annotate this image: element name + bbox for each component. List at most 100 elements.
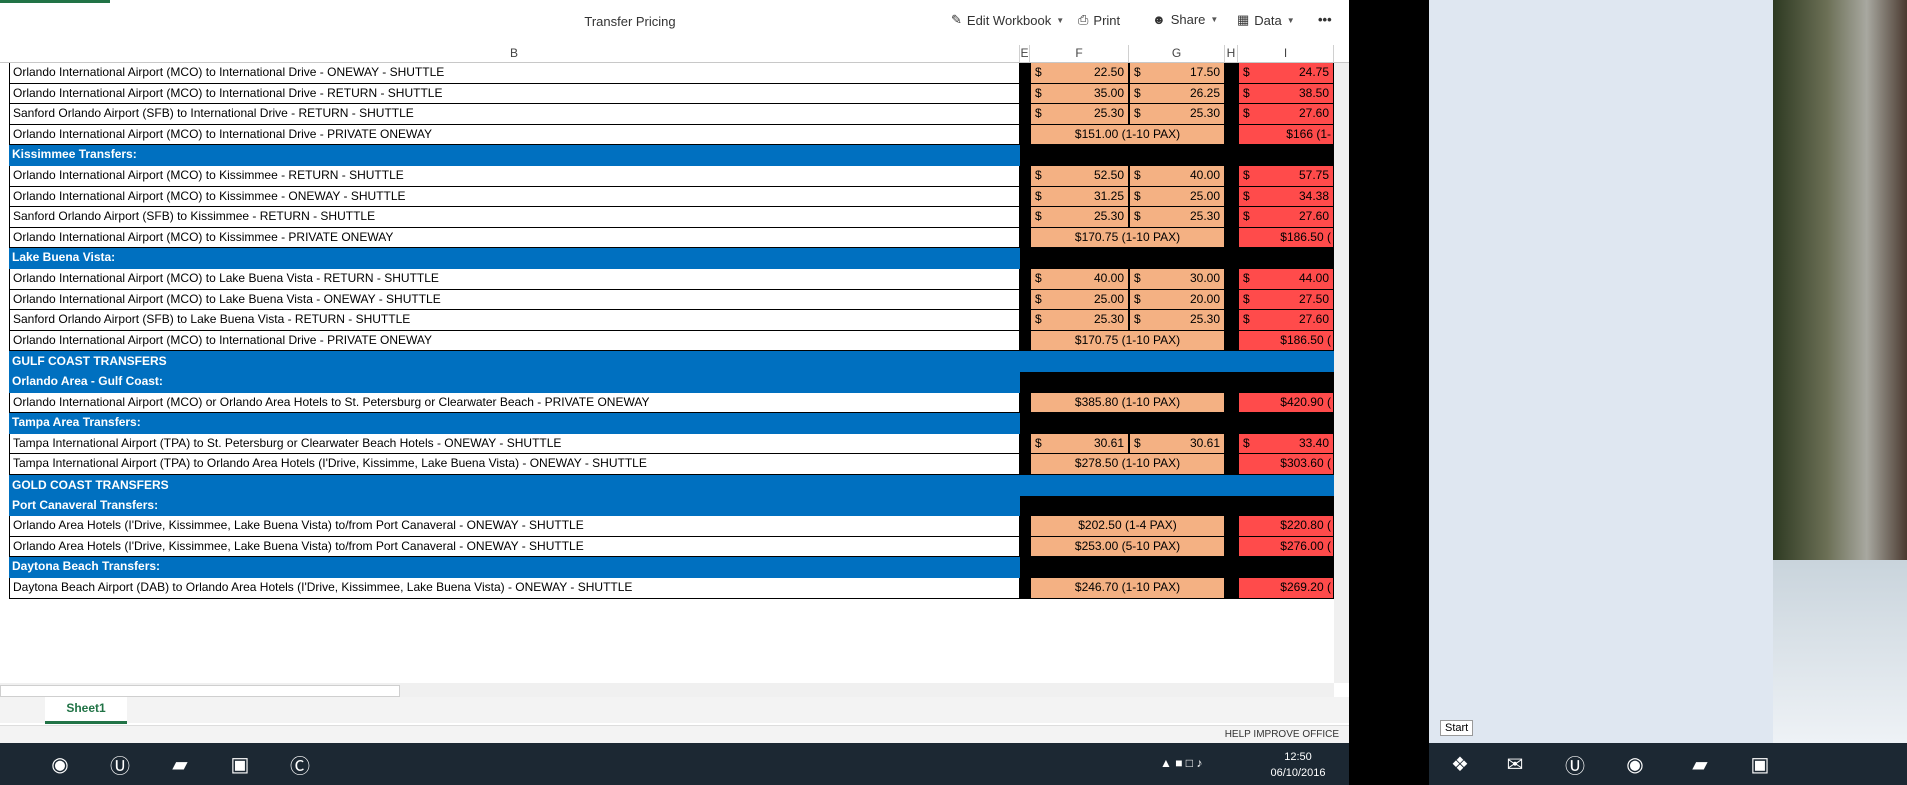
group-header-cell[interactable]: Daytona Beach Transfers:: [9, 557, 1020, 578]
group-header-cell[interactable]: Port Canaveral Transfers:: [9, 495, 1020, 517]
price-i-cell[interactable]: $220.80 (: [1238, 516, 1334, 537]
app-g-icon[interactable]: Ⓤ: [1555, 747, 1595, 781]
section-title-cell[interactable]: GOLD COAST TRANSFERS: [9, 475, 1334, 496]
description-cell[interactable]: Orlando Area Hotels (I'Drive, Kissimmee,…: [9, 536, 1020, 558]
price-f-cell[interactable]: $30.61: [1030, 433, 1129, 455]
description-cell[interactable]: Sanford Orlando Airport (SFB) to Interna…: [9, 104, 1020, 125]
group-header-cell[interactable]: Kissimmee Transfers:: [9, 145, 1020, 166]
app-g-icon[interactable]: Ⓤ: [100, 747, 140, 781]
price-i-cell[interactable]: $269.20 (: [1238, 578, 1334, 599]
price-i-cell[interactable]: $24.75: [1238, 63, 1334, 84]
merged-price-fg-cell[interactable]: $246.70 (1-10 PAX): [1030, 578, 1225, 599]
column-header-f[interactable]: F: [1030, 45, 1129, 62]
price-i-cell[interactable]: $34.38: [1238, 186, 1334, 208]
price-i-cell[interactable]: $57.75: [1238, 166, 1334, 187]
price-f-cell[interactable]: $52.50: [1030, 166, 1129, 187]
description-cell[interactable]: Orlando International Airport (MCO) to K…: [9, 227, 1020, 249]
column-header-b[interactable]: B: [9, 45, 1020, 62]
price-f-cell[interactable]: $31.25: [1030, 186, 1129, 208]
column-header-h[interactable]: H: [1225, 45, 1238, 62]
description-cell[interactable]: Orlando International Airport (MCO) to L…: [9, 289, 1020, 311]
network-icon[interactable]: ▣: [1740, 747, 1780, 781]
outlook-icon[interactable]: ✉: [1495, 747, 1535, 781]
column-header-e[interactable]: E: [1020, 45, 1030, 62]
remote-desktop-icon[interactable]: ▰: [160, 747, 200, 781]
price-i-cell[interactable]: $27.60: [1238, 310, 1334, 331]
description-cell[interactable]: Tampa International Airport (TPA) to Orl…: [9, 454, 1020, 475]
description-cell[interactable]: Orlando International Airport (MCO) to L…: [9, 269, 1020, 290]
description-cell[interactable]: Daytona Beach Airport (DAB) to Orlando A…: [9, 578, 1020, 599]
price-f-cell[interactable]: $22.50: [1030, 63, 1129, 84]
description-cell[interactable]: Orlando International Airport (MCO) or O…: [9, 392, 1020, 414]
price-g-cell[interactable]: $20.00: [1129, 289, 1225, 311]
description-cell[interactable]: Tampa International Airport (TPA) to St.…: [9, 433, 1020, 455]
section-title-cell[interactable]: GULF COAST TRANSFERS: [9, 351, 1334, 372]
group-header-cell[interactable]: Orlando Area - Gulf Coast:: [9, 372, 1020, 393]
group-header-cell[interactable]: Tampa Area Transfers:: [9, 413, 1020, 434]
clock[interactable]: 12:50 06/10/2016: [1258, 749, 1338, 781]
windows-start-icon[interactable]: ❖: [1440, 747, 1480, 781]
sheet-tab-sheet1[interactable]: Sheet1: [45, 697, 127, 724]
price-i-cell[interactable]: $27.60: [1238, 104, 1334, 125]
price-f-cell[interactable]: $25.00: [1030, 289, 1129, 311]
price-g-cell[interactable]: $25.30: [1129, 310, 1225, 331]
price-f-cell[interactable]: $35.00: [1030, 83, 1129, 105]
price-i-cell[interactable]: $276.00 (: [1238, 536, 1334, 558]
price-g-cell[interactable]: $30.61: [1129, 433, 1225, 455]
chrome-icon[interactable]: ◉: [40, 747, 80, 781]
system-tray[interactable]: ▲ ■ □ ♪: [1160, 756, 1202, 770]
column-header-g[interactable]: G: [1129, 45, 1225, 62]
price-i-cell[interactable]: $44.00: [1238, 269, 1334, 290]
horizontal-scroll-thumb[interactable]: [0, 685, 400, 697]
price-i-cell[interactable]: $27.50: [1238, 289, 1334, 311]
price-i-cell[interactable]: $166 (1-: [1238, 124, 1334, 146]
price-i-cell[interactable]: $420.90 (: [1238, 392, 1334, 414]
price-f-cell[interactable]: $25.30: [1030, 104, 1129, 125]
description-cell[interactable]: Orlando International Airport (MCO) to I…: [9, 63, 1020, 84]
column-header-i[interactable]: I: [1238, 45, 1334, 62]
description-cell[interactable]: Orlando International Airport (MCO) to I…: [9, 330, 1020, 352]
price-g-cell[interactable]: $25.00: [1129, 186, 1225, 208]
merged-price-fg-cell[interactable]: $385.80 (1-10 PAX): [1030, 392, 1225, 414]
price-i-cell[interactable]: $33.40: [1238, 433, 1334, 455]
share-button[interactable]: ☻ Share ▼: [1152, 12, 1218, 27]
more-options-button[interactable]: •••: [1318, 12, 1332, 27]
vertical-scrollbar[interactable]: [1334, 63, 1349, 683]
help-improve-office-link[interactable]: HELP IMPROVE OFFICE: [1225, 729, 1339, 740]
description-cell[interactable]: Orlando International Airport (MCO) to K…: [9, 186, 1020, 208]
network-icon[interactable]: ▣: [220, 747, 260, 781]
price-i-cell[interactable]: $27.60: [1238, 207, 1334, 228]
group-header-cell[interactable]: Lake Buena Vista:: [9, 248, 1020, 269]
price-g-cell[interactable]: $25.30: [1129, 207, 1225, 228]
worksheet-grid[interactable]: Orlando International Airport (MCO) to I…: [0, 63, 1334, 683]
merged-price-fg-cell[interactable]: $170.75 (1-10 PAX): [1030, 330, 1225, 352]
merged-price-fg-cell[interactable]: $151.00 (1-10 PAX): [1030, 124, 1225, 146]
price-f-cell[interactable]: $40.00: [1030, 269, 1129, 290]
internet-explorer-icon[interactable]: Ⓒ: [280, 747, 320, 781]
merged-price-fg-cell[interactable]: $253.00 (5-10 PAX): [1030, 536, 1225, 558]
price-g-cell[interactable]: $25.30: [1129, 104, 1225, 125]
price-g-cell[interactable]: $30.00: [1129, 269, 1225, 290]
price-i-cell[interactable]: $186.50 (: [1238, 330, 1334, 352]
description-cell[interactable]: Orlando International Airport (MCO) to I…: [9, 83, 1020, 105]
chrome-icon[interactable]: ◉: [1615, 747, 1655, 781]
description-cell[interactable]: Orlando International Airport (MCO) to I…: [9, 124, 1020, 146]
price-g-cell[interactable]: $26.25: [1129, 83, 1225, 105]
price-g-cell[interactable]: $17.50: [1129, 63, 1225, 84]
print-button[interactable]: ⎙ Print: [1078, 12, 1120, 28]
price-g-cell[interactable]: $40.00: [1129, 166, 1225, 187]
merged-price-fg-cell[interactable]: $202.50 (1-4 PAX): [1030, 516, 1225, 537]
price-i-cell[interactable]: $303.60 (: [1238, 454, 1334, 475]
edit-workbook-button[interactable]: ✎ Edit Workbook ▼: [951, 12, 1064, 28]
price-i-cell[interactable]: $186.50 (: [1238, 227, 1334, 249]
description-cell[interactable]: Orlando International Airport (MCO) to K…: [9, 166, 1020, 187]
description-cell[interactable]: Sanford Orlando Airport (SFB) to Lake Bu…: [9, 310, 1020, 331]
data-menu-button[interactable]: ▦ Data ▼: [1237, 12, 1295, 28]
remote-desktop-icon[interactable]: ▰: [1680, 747, 1720, 781]
description-cell[interactable]: Sanford Orlando Airport (SFB) to Kissimm…: [9, 207, 1020, 228]
description-cell[interactable]: Orlando Area Hotels (I'Drive, Kissimmee,…: [9, 516, 1020, 537]
price-i-cell[interactable]: $38.50: [1238, 83, 1334, 105]
merged-price-fg-cell[interactable]: $278.50 (1-10 PAX): [1030, 454, 1225, 475]
merged-price-fg-cell[interactable]: $170.75 (1-10 PAX): [1030, 227, 1225, 249]
price-f-cell[interactable]: $25.30: [1030, 207, 1129, 228]
